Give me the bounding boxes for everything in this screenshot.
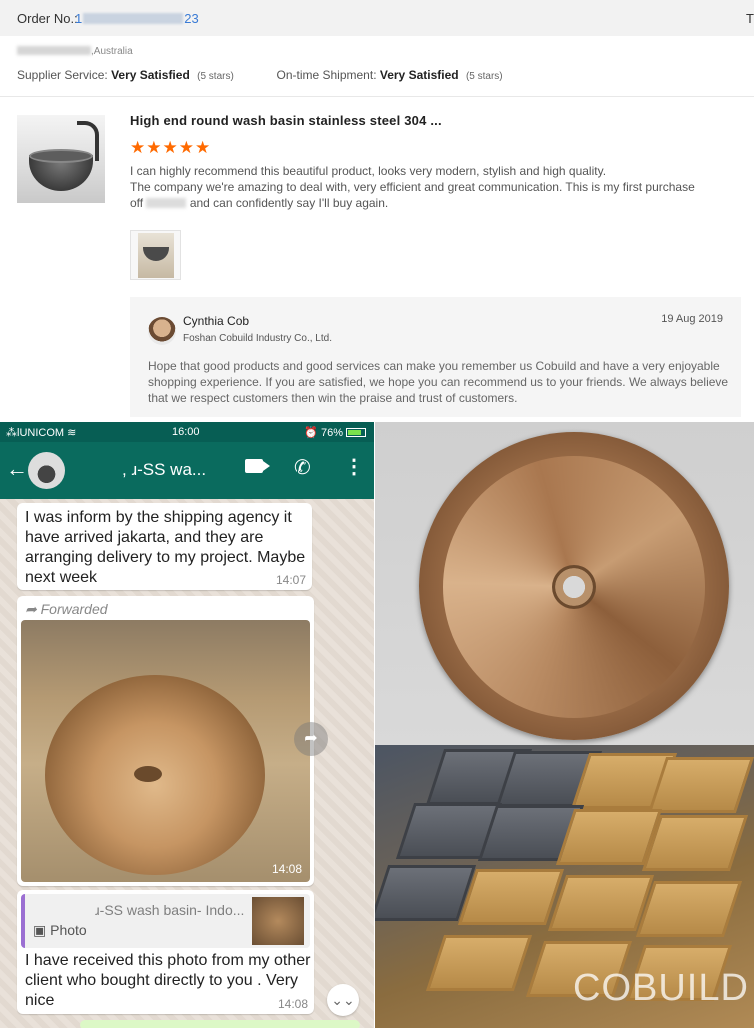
redacted-name: [17, 46, 91, 55]
review-card: Order No.: 1 23 T ,Australia Supplier Ser…: [0, 0, 754, 422]
drain-hole: [552, 565, 596, 609]
quoted-title: ɹ-SS wash basin- Indo...: [95, 902, 245, 918]
forwarded-label: ➦ Forwarded: [25, 601, 108, 617]
supplier-service-value: Very Satisfied: [111, 68, 190, 82]
buyer-country: ,Australia: [91, 46, 133, 57]
more-vert-icon[interactable]: ⋮: [344, 454, 364, 479]
review-line: I can highly recommend this beautiful pr…: [130, 164, 607, 178]
quoted-type: ▣ Photo: [33, 922, 87, 938]
supplier-service-label: Supplier Service:: [17, 68, 108, 82]
reply-date: 19 Aug 2019: [661, 313, 723, 325]
review-line: The company we're amazing to deal with, …: [130, 180, 695, 194]
order-number-start: 1: [75, 11, 83, 26]
chat-avatar[interactable]: [28, 452, 65, 489]
supplier-reply: Cynthia Cob Foshan Cobuild Industry Co.,…: [130, 297, 741, 417]
back-arrow-icon[interactable]: ←: [6, 456, 28, 482]
order-trail: T: [746, 11, 754, 26]
review-text: I can highly recommend this beautiful pr…: [130, 163, 730, 211]
basin-top-view-photo: [375, 422, 754, 745]
service-ratings: Supplier Service: Very Satisfied (5 star…: [17, 68, 503, 82]
order-number[interactable]: 1 23: [75, 11, 199, 26]
reply-author: Cynthia Cob: [183, 314, 250, 328]
order-number-end: 23: [184, 11, 199, 26]
product-title[interactable]: High end round wash basin stainless stee…: [130, 113, 442, 128]
review-line: off and can confidently say I'll buy aga…: [130, 196, 389, 210]
chat-header: ← , ɹ-SS wa... ✆ ⋮: [0, 442, 374, 499]
message-text: I have received this photo from my other…: [25, 952, 311, 1009]
message-text: I was inform by the shipping agency it h…: [25, 509, 306, 586]
message-time: 14:08: [271, 862, 302, 876]
product-thumbnail[interactable]: [17, 115, 105, 203]
carrier: ⁂lUNICOM ≋: [6, 427, 77, 439]
shipment-stars: (5 stars): [465, 71, 503, 82]
supplier-service-stars: (5 stars): [197, 71, 234, 82]
brand-watermark: COBUILD: [573, 967, 749, 1009]
avatar: [148, 317, 176, 345]
redacted-block: [83, 13, 184, 24]
shipment-label: On-time Shipment:: [276, 68, 377, 82]
chat-screenshot: ⁂lUNICOM ≋ 16:00 ⏰ 76% ← , ɹ-SS wa... ✆ …: [0, 422, 374, 1028]
rating-stars: ★★★★★: [130, 138, 212, 157]
chat-message-photo[interactable]: ➦ Forwarded 14:08: [17, 596, 314, 886]
round-basin: [419, 432, 729, 740]
chat-message-reply[interactable]: ɹ-SS wash basin- Indo... ▣ Photo I have …: [17, 890, 314, 1014]
reply-text: Hope that good products and good service…: [148, 359, 729, 405]
outgoing-bubble-edge: [80, 1020, 360, 1028]
message-time: 14:07: [275, 573, 306, 587]
message-time: 14:08: [277, 997, 308, 1011]
status-time: 16:00: [172, 426, 200, 438]
buyer-location: ,Australia: [17, 46, 133, 57]
order-bar: Order No.: 1 23 T: [0, 0, 754, 36]
divider: [0, 96, 754, 97]
redacted-block: [146, 198, 187, 208]
status-bar: ⁂lUNICOM ≋ 16:00 ⏰ 76%: [0, 422, 374, 442]
quoted-thumbnail: [252, 897, 304, 945]
chat-message[interactable]: I was inform by the shipping agency it h…: [17, 503, 312, 590]
battery-icon: [346, 428, 366, 437]
page: Order No.: 1 23 T ,Australia Supplier Ser…: [0, 0, 754, 1028]
scroll-down-icon[interactable]: ⌄⌄: [327, 984, 359, 1016]
quoted-message[interactable]: ɹ-SS wash basin- Indo... ▣ Photo: [21, 894, 310, 948]
shipment-value: Very Satisfied: [379, 68, 459, 82]
share-icon[interactable]: ➦: [294, 722, 328, 756]
battery: ⏰ 76%: [304, 426, 366, 439]
order-label: Order No.:: [17, 11, 78, 26]
chat-title[interactable]: , ɹ-SS wa...: [122, 460, 206, 480]
basins-stack-photo: COBUILD: [375, 745, 754, 1028]
phone-call-icon[interactable]: ✆: [294, 455, 311, 480]
message-photo[interactable]: 14:08: [21, 620, 310, 882]
review-photo[interactable]: [130, 230, 181, 280]
reply-company: Foshan Cobuild Industry Co., Ltd.: [183, 333, 332, 344]
video-call-icon[interactable]: [245, 459, 270, 473]
